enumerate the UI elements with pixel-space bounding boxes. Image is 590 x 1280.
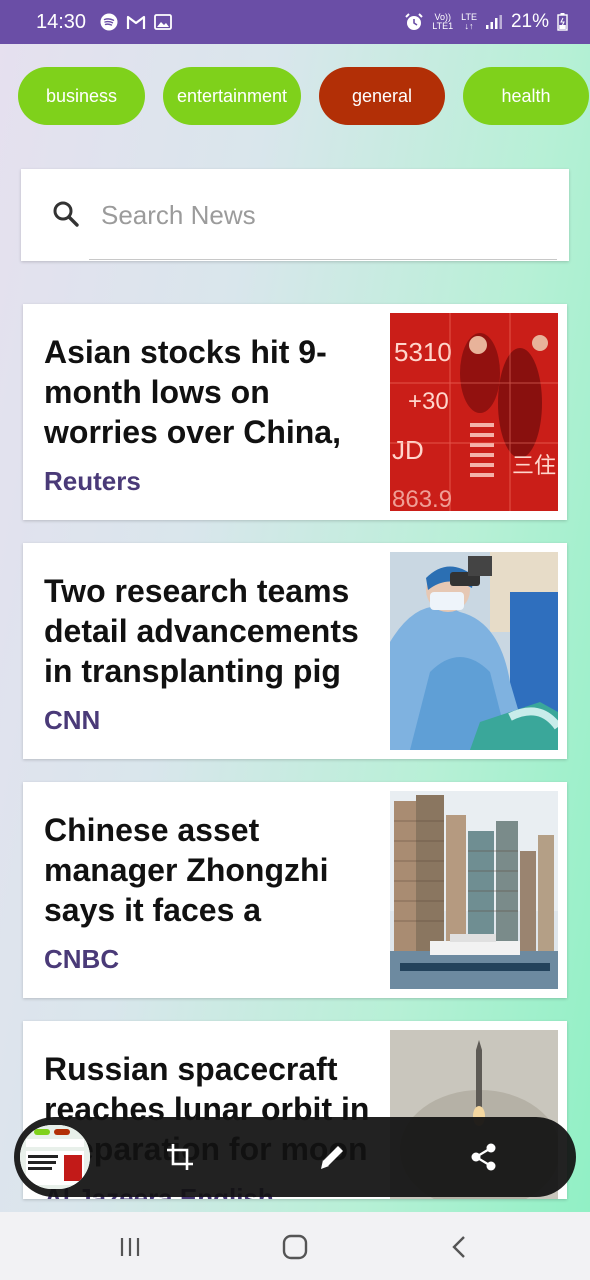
gallery-icon [154,14,172,30]
news-title: Two research teams detail advancements i… [44,573,359,689]
alarm-icon [404,12,424,32]
search-box [21,169,569,261]
category-list: business entertainment general health [18,67,590,125]
category-chip-business[interactable]: business [18,67,145,125]
home-icon[interactable] [280,1234,310,1260]
navigation-bar [0,1212,590,1280]
news-title: Asian stocks hit 9-month lows on worries… [44,334,341,450]
status-bar-right: Vo)) LTE1 LTE ↓↑ 21% [404,11,568,33]
screenshot-toolbar [14,1117,576,1197]
status-bar: 14:30 Vo)) LTE1 LTE ↓↑ 21% [0,0,590,44]
news-card[interactable]: Chinese asset manager Zhongzhi says it f… [23,782,567,998]
search-icon[interactable] [51,199,81,229]
news-source: CNBC [44,944,120,974]
stock-board-image: 5310 +30 JD 863.9 三住 [390,313,558,511]
lte1-label: LTE1 [432,21,454,31]
edit-icon[interactable] [312,1137,352,1177]
battery-percent: 21% [510,11,549,32]
news-card[interactable]: Two research teams detail advancements i… [23,543,567,759]
share-icon[interactable] [464,1137,504,1177]
recents-icon[interactable] [115,1234,145,1260]
svg-text:863.9: 863.9 [392,486,452,511]
lte-icon: LTE ↓↑ [461,12,477,31]
screenshot-thumbnail[interactable] [20,1125,90,1189]
news-title: Chinese asset manager Zhongzhi says it f… [44,812,329,928]
svg-text:5310: 5310 [394,337,452,367]
category-chip-entertainment[interactable]: entertainment [163,67,301,125]
category-chip-general[interactable]: general [319,67,445,125]
search-underline [89,259,557,260]
svg-text:三住: 三住 [512,454,556,479]
volte-icon: Vo)) LTE1 [432,13,453,31]
news-source: Reuters [44,466,141,496]
svg-text:+30: +30 [408,388,449,415]
signal-icon [485,14,503,30]
category-chip-health[interactable]: health [463,67,589,125]
category-label: entertainment [176,85,288,106]
status-bar-left: 14:30 [36,11,172,34]
spotify-icon [100,13,118,31]
news-card[interactable]: Asian stocks hit 9-month lows on worries… [23,304,567,520]
lte-label: LTE [461,12,477,22]
crop-icon[interactable] [160,1137,200,1177]
news-source: CNN [44,705,101,735]
surgeon-image [390,552,558,750]
search-input[interactable] [101,193,541,237]
svg-text:JD: JD [392,435,424,465]
category-label: health [501,85,551,106]
category-label: general [351,85,413,106]
gmail-icon [126,14,146,30]
status-time: 14:30 [36,10,87,33]
city-skyline-image [390,791,558,989]
battery-icon [557,13,568,31]
category-label: business [45,85,118,106]
back-icon[interactable] [445,1234,475,1260]
